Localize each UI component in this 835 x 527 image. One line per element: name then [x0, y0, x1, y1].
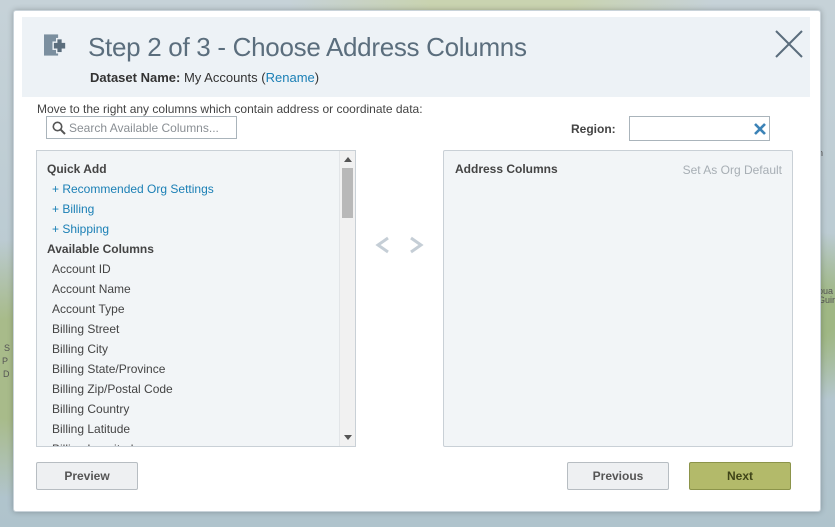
search-input[interactable] — [69, 120, 229, 136]
instruction-text: Move to the right any columns which cont… — [37, 102, 423, 116]
clear-icon[interactable] — [753, 122, 767, 136]
close-icon[interactable] — [774, 29, 804, 59]
quick-add-recommended[interactable]: + Recommended Org Settings — [37, 179, 339, 199]
move-left-icon[interactable] — [374, 234, 392, 256]
list-scrollbar[interactable] — [339, 151, 355, 446]
dialog-header: Step 2 of 3 - Choose Address Columns Dat… — [22, 17, 810, 97]
preview-button[interactable]: Preview — [36, 462, 138, 490]
map-label: D — [3, 369, 10, 379]
list-item[interactable]: Account Type — [37, 299, 339, 319]
list-item[interactable]: Billing Latitude — [37, 419, 339, 439]
quick-add-header: Quick Add — [47, 162, 107, 176]
search-field[interactable] — [46, 116, 237, 139]
move-right-icon[interactable] — [407, 234, 425, 256]
add-layer-icon — [44, 34, 67, 56]
list-item[interactable]: Account ID — [37, 259, 339, 279]
dataset-name: My Accounts — [183, 70, 258, 85]
scroll-down-icon[interactable] — [344, 435, 352, 440]
list-item[interactable]: Billing State/Province — [37, 359, 339, 379]
list-item[interactable]: Billing Zip/Postal Code — [37, 379, 339, 399]
dataset-name-line: Dataset Name: My Accounts (Rename) — [90, 70, 320, 85]
rename-link[interactable]: Rename — [266, 70, 315, 85]
quick-add-billing[interactable]: + Billing — [37, 199, 339, 219]
search-icon — [52, 121, 66, 135]
map-label: S — [4, 343, 11, 353]
scrollbar-thumb[interactable] — [342, 168, 353, 218]
list-item[interactable]: Billing City — [37, 339, 339, 359]
region-field[interactable] — [629, 116, 770, 141]
available-columns-header: Available Columns — [47, 242, 154, 256]
dataset-label: Dataset Name: — [90, 70, 181, 85]
list-item[interactable]: Billing Street — [37, 319, 339, 339]
map-label: P — [2, 356, 9, 366]
address-columns-title: Address Columns — [455, 162, 558, 176]
list-item[interactable]: Account Name — [37, 279, 339, 299]
list-item[interactable]: Billing Longitude — [37, 439, 339, 446]
scroll-up-icon[interactable] — [344, 157, 352, 162]
set-org-default-link[interactable]: Set As Org Default — [683, 163, 782, 177]
list-item[interactable]: Billing Country — [37, 399, 339, 419]
next-button[interactable]: Next — [689, 462, 791, 490]
choose-address-columns-dialog: Step 2 of 3 - Choose Address Columns Dat… — [13, 10, 821, 512]
available-columns-panel: Quick Add + Recommended Org Settings + B… — [36, 150, 356, 447]
quick-add-shipping[interactable]: + Shipping — [37, 219, 339, 239]
region-label: Region: — [571, 122, 616, 136]
previous-button[interactable]: Previous — [567, 462, 669, 490]
region-input[interactable] — [634, 121, 744, 137]
available-columns-list: Quick Add + Recommended Org Settings + B… — [37, 151, 339, 446]
address-columns-panel: Address Columns Set As Org Default — [443, 150, 793, 447]
dialog-title: Step 2 of 3 - Choose Address Columns — [88, 32, 527, 62]
